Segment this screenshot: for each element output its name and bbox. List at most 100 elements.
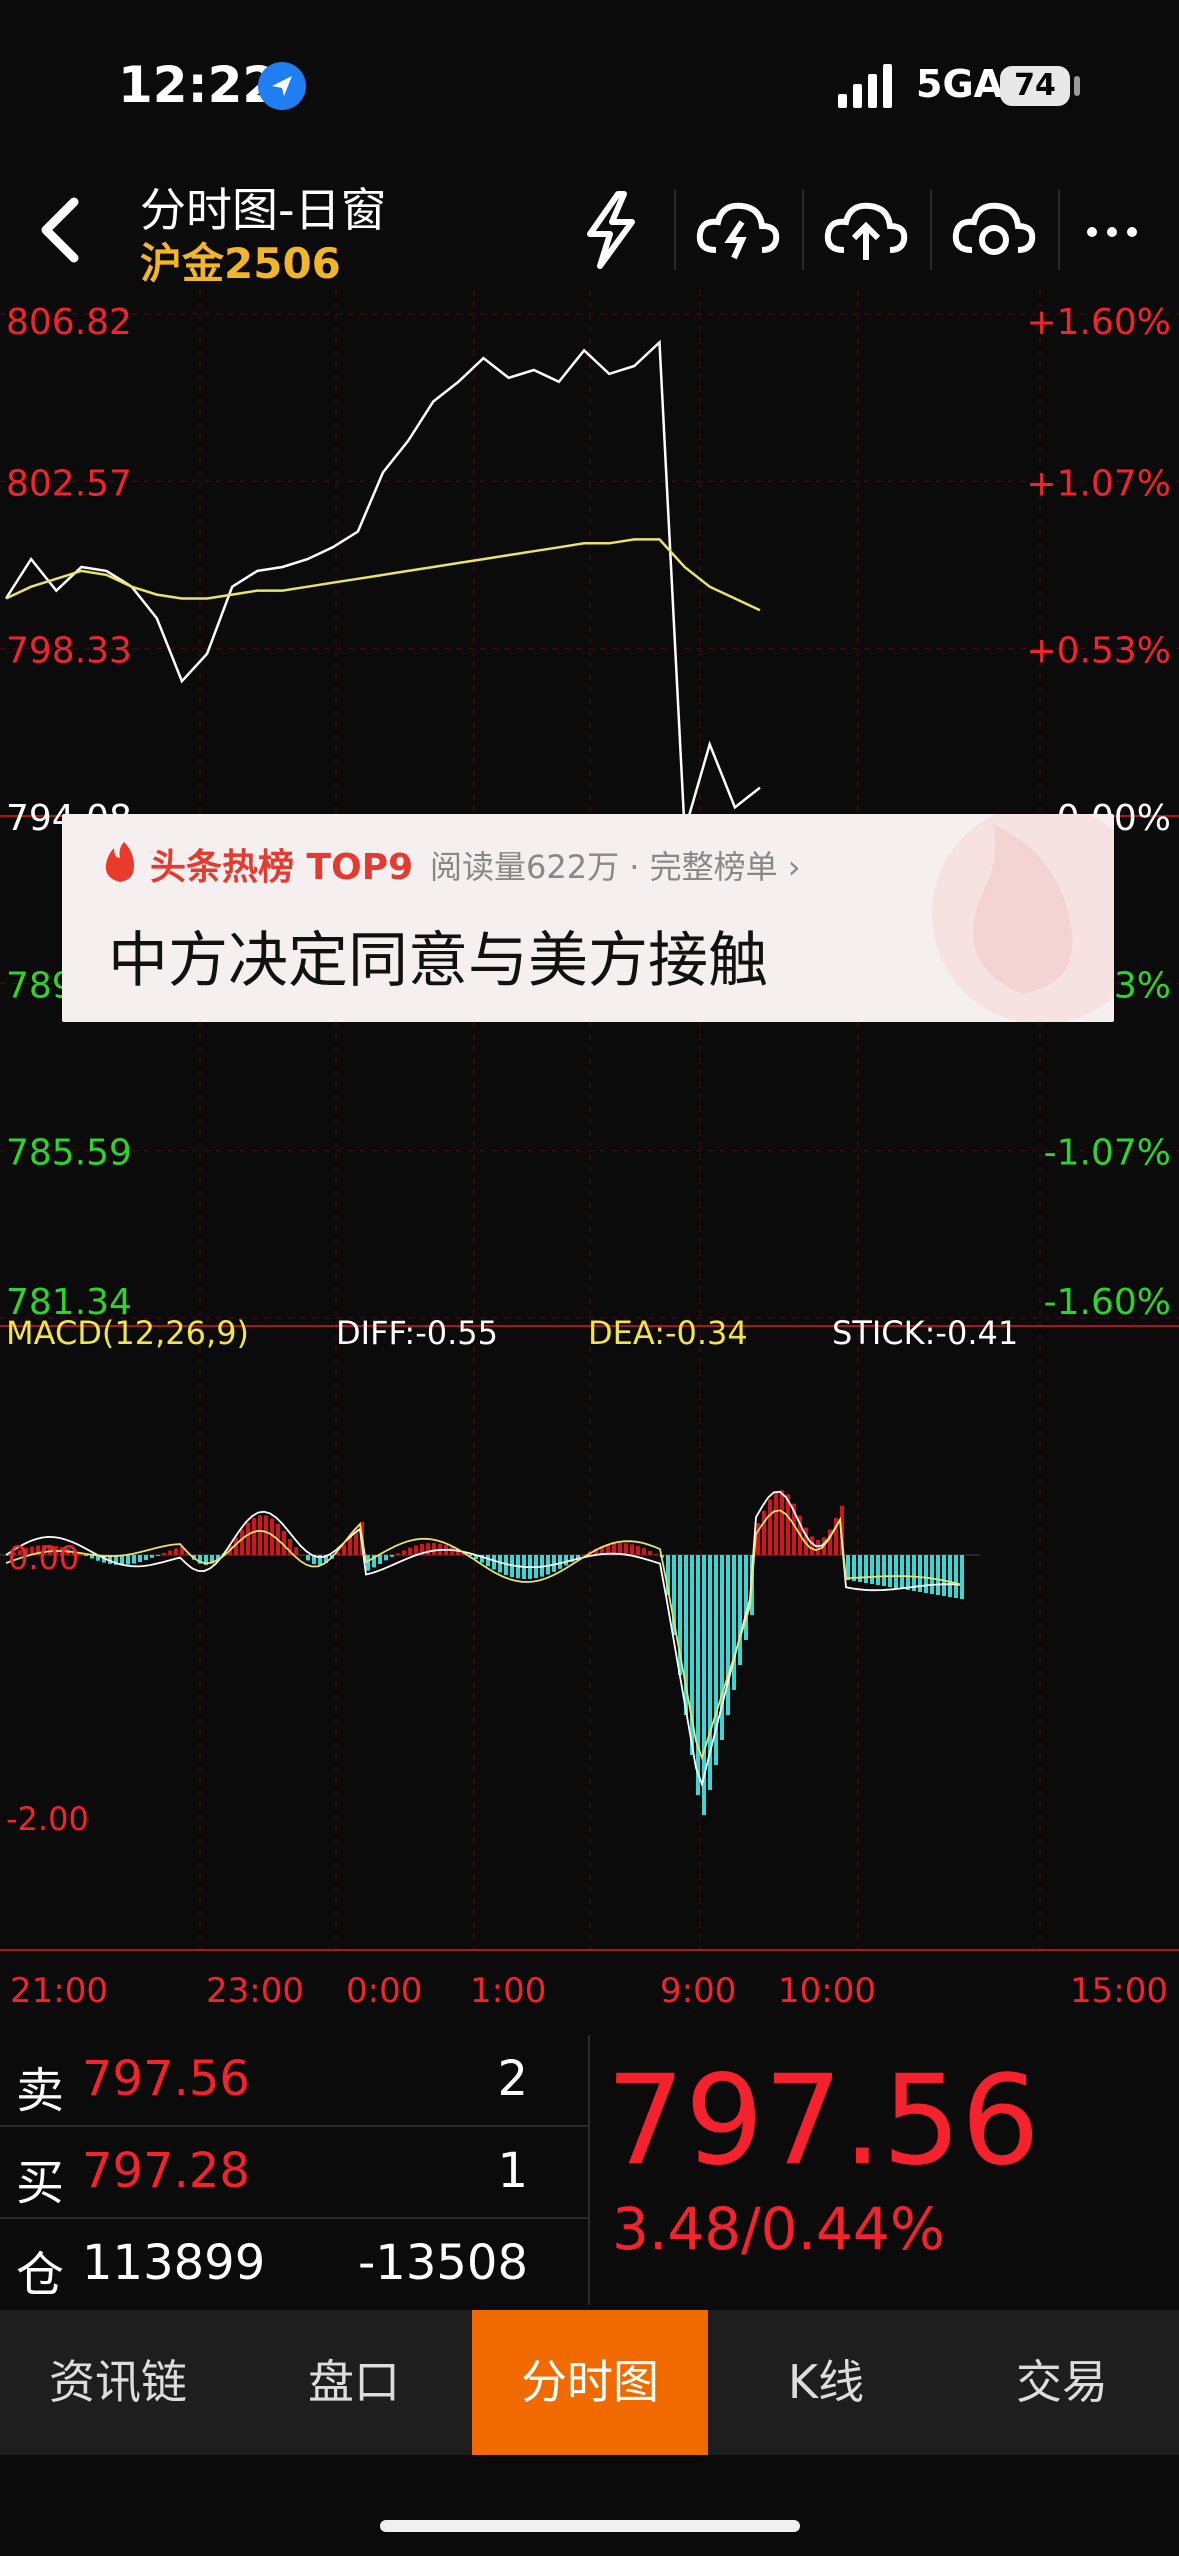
macd-bar	[954, 1555, 958, 1598]
app-header: 分时图-日窗 沪金2506	[0, 170, 1179, 290]
percent-tick-label: -1.60%	[1044, 1282, 1171, 1323]
macd-bar	[558, 1555, 562, 1569]
macd-bar	[696, 1555, 700, 1795]
macd-bar	[912, 1555, 916, 1591]
cloud-upload-icon	[824, 202, 908, 260]
sell-qty: 2	[497, 2051, 528, 2107]
sell-price: 797.56	[82, 2051, 250, 2107]
bottom-tab-bar: 资讯链 盘口 分时图 K线 交易	[0, 2310, 1179, 2455]
flame-icon	[105, 842, 134, 882]
macd-header-label: DIFF:-0.55	[336, 1314, 498, 1352]
macd-bar	[252, 1517, 256, 1555]
macd-bar	[624, 1543, 628, 1555]
more-dots-icon	[1087, 227, 1137, 237]
signal-icon	[838, 64, 892, 108]
oi-value: 113899	[82, 2235, 266, 2291]
more-button[interactable]	[1070, 188, 1170, 272]
macd-bar	[396, 1553, 400, 1555]
flame-watermark-icon	[932, 814, 1114, 1022]
macd-bar	[960, 1555, 964, 1599]
macd-bar	[486, 1555, 490, 1567]
cloud-sync-button[interactable]	[944, 188, 1044, 272]
cloud-sync-icon	[952, 202, 1036, 255]
macd-bar	[168, 1550, 172, 1555]
macd-header-label: STICK:-0.41	[832, 1314, 1018, 1352]
macd-bar	[930, 1555, 934, 1594]
tab-order-book[interactable]: 盘口	[236, 2310, 472, 2455]
macd-bar	[150, 1555, 154, 1558]
macd-bar	[894, 1555, 898, 1588]
oi-label: 仓	[16, 2247, 65, 2303]
battery-level: 74	[1014, 68, 1056, 103]
macd-bar	[246, 1522, 250, 1555]
macd-bar	[306, 1555, 310, 1561]
intraday-chart[interactable]: 806.82+1.60%802.57+1.07%798.33+0.53%794.…	[0, 290, 1179, 2035]
macd-bar	[654, 1554, 658, 1556]
macd-header-label: DEA:-0.34	[588, 1314, 748, 1352]
macd-bar	[816, 1539, 820, 1555]
macd-bar	[156, 1555, 160, 1556]
macd-diff-line	[5, 1490, 961, 1788]
macd-bar	[258, 1515, 262, 1555]
cloud-flash-button[interactable]	[688, 188, 788, 272]
macd-bar	[264, 1515, 268, 1555]
macd-bar	[432, 1543, 436, 1555]
sell-row: 卖 797.56 2	[0, 2035, 588, 2127]
time-tick-label: 0:00	[346, 1971, 422, 2011]
time-tick-label: 23:00	[206, 1971, 304, 2011]
macd-bar	[810, 1536, 814, 1555]
macd-bar	[240, 1529, 244, 1555]
macd-header-label: MACD(12,26,9)	[6, 1314, 249, 1352]
hot-list-tag: 头条热榜 TOP9	[150, 847, 414, 888]
network-type: 5GA	[916, 62, 1004, 106]
average-price-line	[5, 538, 761, 612]
macd-bar	[144, 1555, 148, 1561]
quote-divider	[588, 2035, 590, 2305]
back-button[interactable]	[24, 190, 104, 270]
macd-bar	[408, 1547, 412, 1555]
macd-bar	[780, 1490, 784, 1555]
macd-bar	[162, 1552, 166, 1555]
macd-bar	[942, 1555, 946, 1596]
tab-intraday[interactable]: 分时图	[472, 2310, 708, 2455]
macd-bar	[888, 1555, 892, 1587]
percent-tick-label: -1.07%	[1044, 1133, 1171, 1174]
macd-bar	[870, 1555, 874, 1584]
price-tick-label: 785.59	[6, 1133, 132, 1174]
tab-news-chain[interactable]: 资讯链	[0, 2310, 236, 2455]
macd-bar	[630, 1544, 634, 1555]
tab-kline[interactable]: K线	[708, 2310, 944, 2455]
macd-bar	[174, 1548, 178, 1555]
last-price: 797.56	[606, 2049, 1040, 2193]
macd-bar	[498, 1555, 502, 1573]
read-count-link[interactable]: 阅读量622万 · 完整榜单 ›	[430, 842, 801, 888]
macd-bar	[738, 1555, 742, 1665]
sell-label: 卖	[16, 2063, 65, 2119]
macd-zero-label: 0.00	[8, 1539, 79, 1577]
macd-bar	[564, 1555, 568, 1566]
status-time: 12:22	[118, 56, 278, 114]
macd-bars	[6, 1490, 964, 1815]
battery-tip	[1074, 76, 1080, 96]
macd-bar	[924, 1555, 928, 1593]
header-divider	[802, 190, 804, 270]
cloud-upload-button[interactable]	[816, 188, 916, 272]
lightning-icon	[587, 191, 635, 269]
news-headline[interactable]: 中方决定同意与美方接触	[108, 912, 768, 999]
time-tick-label: 10:00	[778, 1971, 876, 2011]
macd-bar	[426, 1543, 430, 1555]
cloud-lightning-icon	[696, 202, 780, 260]
quote-panel: 卖 797.56 2 买 797.28 1 仓 113899 -13508 79…	[0, 2035, 1179, 2305]
price-line	[4, 339, 761, 832]
macd-bar	[138, 1555, 142, 1563]
macd-bar	[294, 1547, 298, 1555]
tab-trade[interactable]: 交易	[944, 2310, 1179, 2455]
macd-bar	[414, 1545, 418, 1555]
macd-bar	[378, 1555, 382, 1564]
time-tick-label: 9:00	[660, 1971, 736, 2011]
header-divider	[930, 190, 932, 270]
flash-button[interactable]	[560, 188, 660, 272]
macd-bar	[402, 1550, 406, 1555]
news-popup[interactable]: 头条热榜 TOP9 阅读量622万 · 完整榜单 › 中方决定同意与美方接触	[62, 814, 1114, 1022]
macd-bar	[492, 1555, 496, 1570]
